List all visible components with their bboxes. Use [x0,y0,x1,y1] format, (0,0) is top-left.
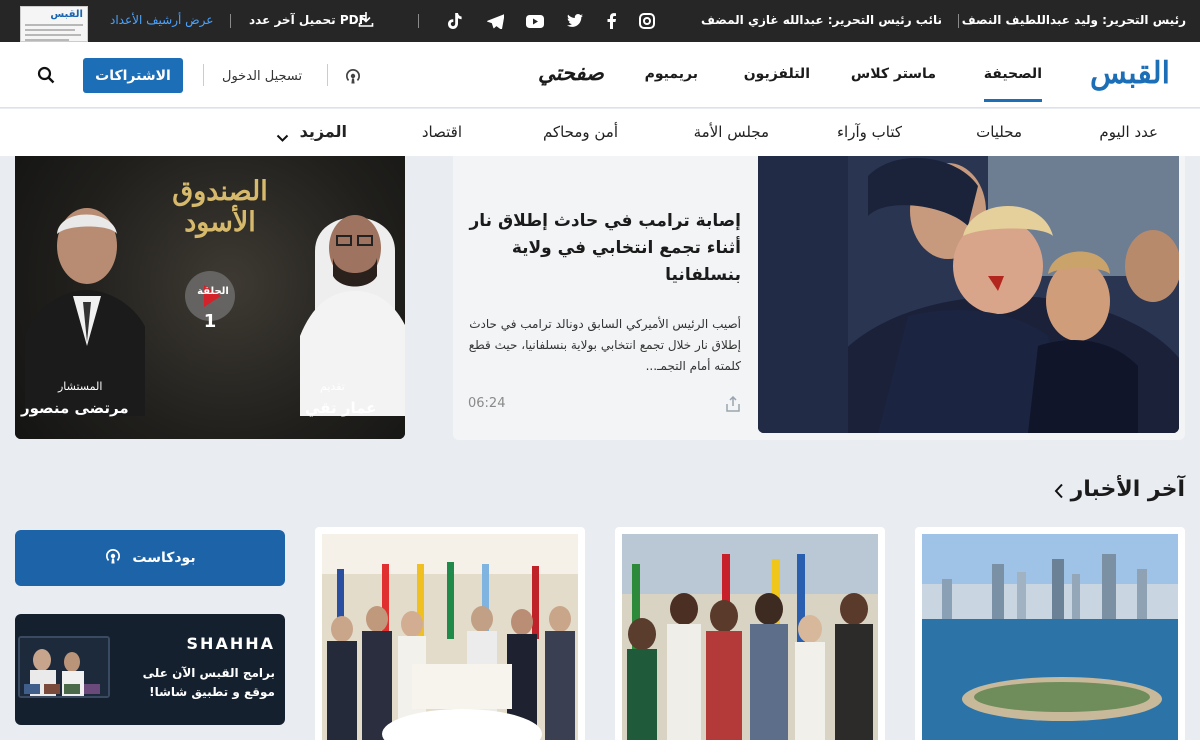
main-header: القبس الصحيفة ماستر كلاس التلفزيون بريمي… [0,42,1200,108]
divider [230,14,231,28]
hero-article[interactable]: إصابة ترامب في حادث إطلاق نار أثناء تجمع… [453,156,1185,440]
subscribe-button[interactable]: الاشتراكات [83,58,183,93]
host-portrait [300,215,405,416]
shasha-app-banner[interactable]: SHAHHA برامج القبس الآن على موقع و تطبيق… [15,614,285,725]
news-card[interactable] [615,527,885,740]
tiktok-icon[interactable] [446,12,464,30]
nav-newspaper[interactable]: الصحيفة [983,66,1042,102]
instagram-icon[interactable] [638,12,656,30]
telegram-icon[interactable] [486,12,504,30]
section-today[interactable]: عدد اليوم [1099,123,1158,141]
divider [327,64,328,86]
divider [203,64,204,86]
divider [418,14,419,28]
promo-title-line1: الصندوق [172,176,268,207]
news-card-image[interactable] [922,534,1178,740]
promo-title: الصندوق الأسود [155,176,285,238]
shasha-text: برامج القبس الآن على موقع و تطبيق شاشا! [142,666,275,700]
latest-news-heading[interactable]: آخر الأخبار [1071,477,1185,502]
youtube-icon[interactable] [526,12,544,30]
archive-link[interactable]: عرض أرشيف الأعداد [110,13,213,27]
news-card[interactable] [315,527,585,740]
guest-caption: المستشار [58,380,103,393]
section-opinion[interactable]: كتاب وآراء [837,123,902,141]
news-card-image[interactable] [322,534,578,740]
shasha-logo: SHAHHA [186,634,275,653]
login-link[interactable]: تسجيل الدخول [222,69,302,84]
divider [958,14,959,28]
section-parliament[interactable]: مجلس الأمة [694,123,769,141]
guest-name: مرتضى منصور [21,399,129,417]
news-card[interactable] [915,527,1185,740]
podcast-icon[interactable] [344,67,362,89]
tablet-illustration [18,636,110,698]
hero-timestamp: 06:24 [468,396,506,411]
host-caption: تقديم [320,380,345,393]
podcast-icon [104,547,122,569]
podcast-label: بودكاست [132,550,196,566]
nav-tv[interactable]: التلفزيون [744,66,810,82]
download-pdf-link[interactable]: تحميل آخر عدد PDF [249,13,367,27]
promo-title-line2: الأسود [184,207,256,239]
section-security[interactable]: أمن ومحاكم [543,123,618,141]
episode-number: 1 [203,311,217,332]
chevron-left-icon[interactable] [1054,483,1064,503]
hero-image[interactable] [758,156,1179,433]
newspaper-thumbnail[interactable]: القبس [20,6,88,42]
top-bar: رئيس التحرير: وليد عبداللطيف النصف نائب … [0,0,1200,42]
twitter-icon[interactable] [566,12,584,30]
editor-in-chief: رئيس التحرير: وليد عبداللطيف النصف [961,13,1186,27]
nav-premium[interactable]: بريميوم [645,66,698,82]
share-icon[interactable] [725,395,741,416]
section-more[interactable]: المزيد [300,122,347,141]
nav-my-page[interactable]: صفحتي [538,60,604,85]
video-promo-card[interactable]: الصندوق الأسود الحلقة 1 تقديم عمار تقي ا… [15,156,405,439]
section-economy[interactable]: اقتصاد [422,123,462,141]
episode-label: الحلقة [197,286,229,297]
host-name: عمار تقي [305,399,377,417]
section-local[interactable]: محليات [976,123,1022,141]
hero-summary: أصيب الرئيس الأميركي السابق دونالد ترامب… [468,317,741,373]
podcast-button[interactable]: بودكاست [15,530,285,586]
nav-masterclass[interactable]: ماستر كلاس [851,66,936,82]
search-icon[interactable] [37,66,55,88]
chevron-down-icon[interactable] [276,128,289,147]
news-card-image[interactable] [622,534,878,740]
site-logo[interactable]: القبس [1090,56,1171,91]
section-nav: عدد اليوم محليات كتاب وآراء مجلس الأمة أ… [0,109,1200,156]
deputy-editor: نائب رئيس التحرير: عبدالله غازي المضف [701,13,942,27]
facebook-icon[interactable] [602,12,620,30]
hero-title[interactable]: إصابة ترامب في حادث إطلاق نار أثناء تجمع… [453,208,741,290]
newspaper-masthead: القبس [50,9,83,20]
